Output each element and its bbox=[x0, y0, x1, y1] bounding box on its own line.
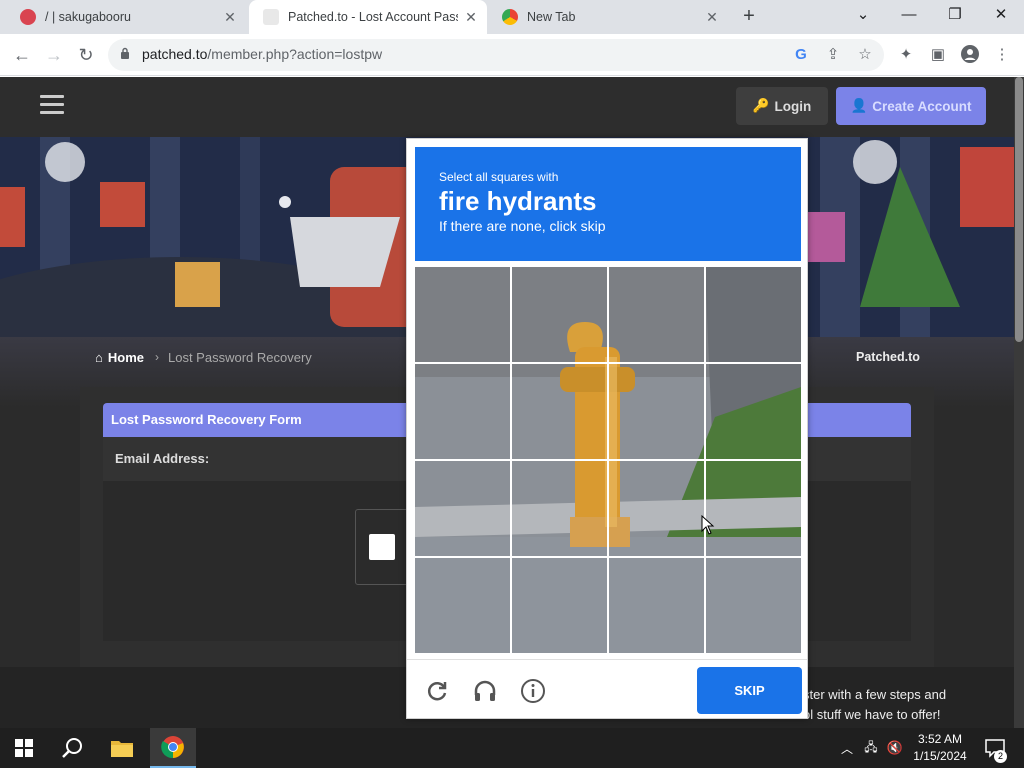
captcha-challenge-popup: Select all squares with fire hydrants If… bbox=[406, 138, 808, 719]
tab-title: New Tab bbox=[527, 10, 576, 24]
captcha-tile[interactable] bbox=[415, 267, 510, 362]
info-icon[interactable] bbox=[520, 678, 546, 704]
captcha-instruction: Select all squares with bbox=[439, 170, 559, 184]
captcha-tile[interactable] bbox=[609, 364, 704, 459]
system-clock[interactable]: 3:52 AM 1/15/2024 bbox=[905, 731, 975, 765]
new-tab-button[interactable]: + bbox=[738, 6, 760, 28]
captcha-tile[interactable] bbox=[512, 461, 607, 556]
tab-close-icon[interactable]: ✕ bbox=[463, 9, 479, 25]
captcha-footer: SKIP bbox=[407, 659, 807, 719]
sakugabooru-favicon-icon bbox=[20, 9, 36, 25]
refresh-icon[interactable] bbox=[424, 678, 450, 704]
captcha-image-grid bbox=[415, 267, 801, 653]
captcha-subinstruction: If there are none, click skip bbox=[439, 218, 606, 234]
tab-title: / | sakugabooru bbox=[45, 10, 131, 24]
breadcrumb-home-label: Home bbox=[107, 350, 144, 365]
close-window-button[interactable]: ✕ bbox=[978, 0, 1024, 30]
user-plus-icon: 👤 bbox=[850, 98, 868, 113]
back-arrow-icon[interactable]: ← bbox=[9, 42, 35, 68]
captcha-tile[interactable] bbox=[415, 461, 510, 556]
patched-favicon-icon bbox=[263, 9, 279, 25]
footer-text-line2: ol stuff we have to offer! bbox=[803, 707, 941, 722]
profile-avatar-icon[interactable] bbox=[960, 45, 980, 65]
restore-button[interactable]: ❐ bbox=[932, 0, 978, 30]
breadcrumb-current: Lost Password Recovery bbox=[168, 350, 312, 365]
captcha-tile[interactable] bbox=[706, 267, 801, 362]
tab-search-chevron-down-icon[interactable]: ⌄ bbox=[840, 0, 886, 30]
captcha-checkbox[interactable] bbox=[369, 534, 395, 560]
captcha-tile[interactable] bbox=[609, 267, 704, 362]
windows-taskbar: ︿ 🖧 🔇 3:52 AM 1/15/2024 2 bbox=[0, 728, 1024, 768]
hamburger-menu-icon[interactable] bbox=[40, 95, 64, 115]
captcha-tile[interactable] bbox=[415, 558, 510, 653]
minimize-button[interactable]: — bbox=[886, 0, 932, 30]
chevron-right-icon: › bbox=[155, 350, 159, 364]
page-scrollbar[interactable] bbox=[1014, 77, 1024, 728]
captcha-tile[interactable] bbox=[512, 267, 607, 362]
notifications-icon[interactable]: 2 bbox=[980, 728, 1010, 768]
chevron-up-icon[interactable]: ︿ bbox=[838, 728, 856, 768]
chrome-taskbar-icon[interactable] bbox=[150, 728, 196, 768]
footer-text-line1: ster with a few steps and bbox=[803, 687, 947, 702]
url-text: patched.to/member.php?action=lostpw bbox=[142, 46, 383, 62]
clock-time: 3:52 AM bbox=[917, 732, 963, 746]
captcha-tile[interactable] bbox=[415, 364, 510, 459]
google-g-icon[interactable]: G bbox=[791, 45, 811, 65]
captcha-tile[interactable] bbox=[706, 558, 801, 653]
tab-patched[interactable]: Patched.to - Lost Account Passw ✕ bbox=[249, 0, 487, 34]
headphones-audio-icon[interactable] bbox=[472, 678, 498, 704]
reload-icon[interactable]: ↻ bbox=[73, 42, 99, 68]
login-label: Login bbox=[774, 98, 812, 114]
chrome-favicon-icon bbox=[502, 9, 518, 25]
home-icon: ⌂ bbox=[95, 350, 103, 365]
skip-button[interactable]: SKIP bbox=[697, 667, 802, 714]
lock-icon bbox=[121, 47, 129, 59]
tab-title: Patched.to - Lost Account Passw bbox=[288, 10, 458, 24]
tab-sakugabooru[interactable]: / | sakugabooru ✕ bbox=[6, 0, 246, 34]
notification-count-badge: 2 bbox=[994, 750, 1007, 763]
mouse-cursor-icon bbox=[701, 515, 715, 535]
address-bar[interactable]: patched.to/member.php?action=lostpw G ⇪ … bbox=[108, 39, 884, 71]
create-account-label: Create Account bbox=[872, 98, 972, 114]
breadcrumb-home-link[interactable]: ⌂ Home bbox=[95, 350, 144, 365]
captcha-tile[interactable] bbox=[706, 461, 801, 556]
share-icon[interactable]: ⇪ bbox=[823, 45, 843, 65]
captcha-tile[interactable] bbox=[512, 558, 607, 653]
bookmark-star-icon[interactable]: ☆ bbox=[855, 45, 875, 65]
tab-close-icon[interactable]: ✕ bbox=[704, 9, 720, 25]
key-icon: 🔑 bbox=[752, 98, 770, 113]
captcha-tile[interactable] bbox=[512, 364, 607, 459]
browser-toolbar: ← → ↻ patched.to/member.php?action=lostp… bbox=[0, 34, 1024, 76]
extensions-puzzle-icon[interactable]: ✦ bbox=[896, 45, 916, 65]
captcha-tile[interactable] bbox=[706, 364, 801, 459]
site-navbar: 🔑 Login 👤 Create Account bbox=[0, 77, 1014, 137]
clock-date: 1/15/2024 bbox=[913, 749, 967, 763]
login-button[interactable]: 🔑 Login bbox=[736, 87, 828, 125]
tab-new-tab[interactable]: New Tab ✕ bbox=[488, 0, 728, 34]
search-icon[interactable] bbox=[48, 728, 96, 768]
scrollbar-thumb[interactable] bbox=[1015, 77, 1023, 342]
browser-tab-strip: / | sakugabooru ✕ Patched.to - Lost Acco… bbox=[0, 0, 1024, 34]
captcha-tile[interactable] bbox=[609, 558, 704, 653]
volume-muted-icon[interactable]: 🔇 bbox=[884, 728, 906, 768]
windows-start-icon[interactable] bbox=[0, 728, 48, 768]
captcha-prompt-header: Select all squares with fire hydrants If… bbox=[415, 147, 801, 261]
breadcrumb-site-name[interactable]: Patched.to bbox=[856, 350, 920, 364]
captcha-tile[interactable] bbox=[609, 461, 704, 556]
captcha-target: fire hydrants bbox=[439, 186, 597, 216]
chrome-menu-icon[interactable]: ⋮ bbox=[992, 45, 1012, 65]
tab-close-icon[interactable]: ✕ bbox=[222, 9, 238, 25]
network-icon[interactable]: 🖧 bbox=[860, 728, 882, 768]
file-explorer-icon[interactable] bbox=[98, 728, 146, 768]
forward-arrow-icon[interactable]: → bbox=[41, 42, 67, 68]
create-account-button[interactable]: 👤 Create Account bbox=[836, 87, 986, 125]
side-panel-icon[interactable]: ▣ bbox=[928, 45, 948, 65]
